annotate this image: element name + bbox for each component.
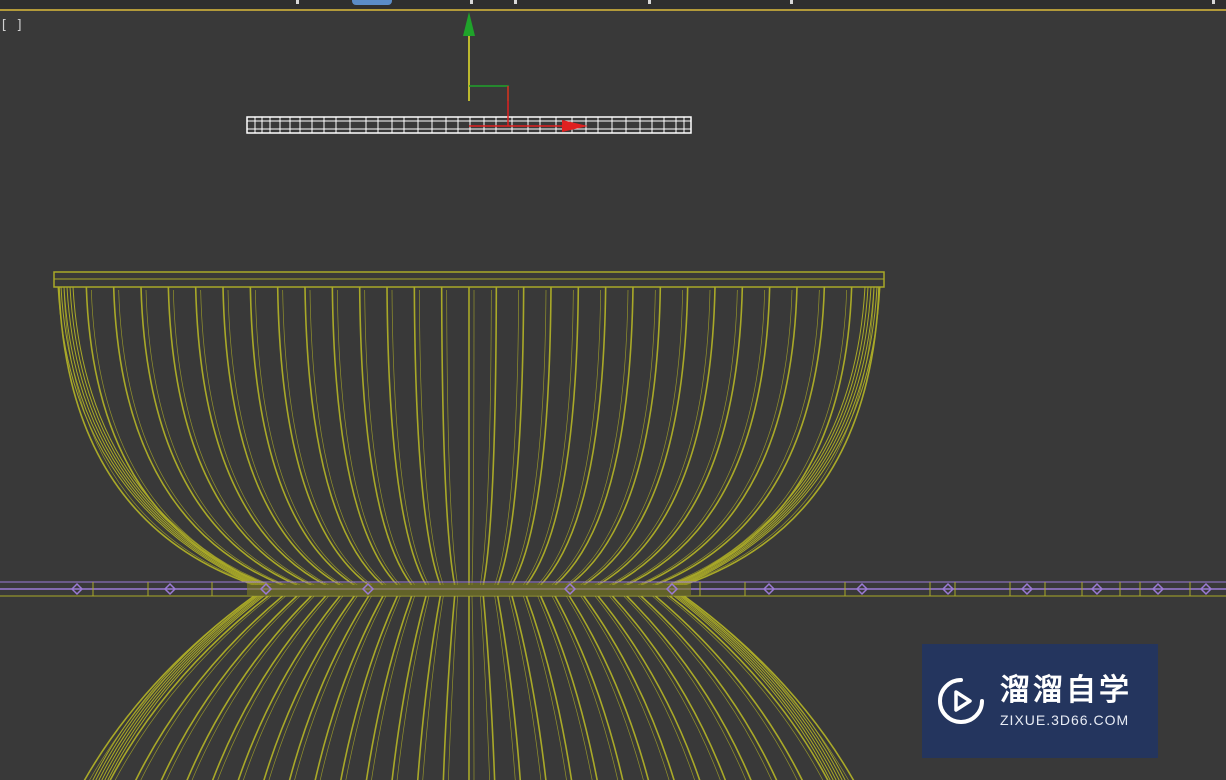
gizmo-plane-handle[interactable] [469,85,509,101]
bowl-wireframe-lower[interactable] [79,595,859,780]
watermark-title: 溜溜自学 [1000,673,1132,708]
selected-object-segments [254,117,685,133]
play-circle-icon [938,678,984,724]
gizmo-y-arrow-icon[interactable] [463,12,475,36]
watermark-badge: 溜溜自学 ZIXUE.3D66.COM [922,644,1158,758]
spline-path[interactable] [0,581,1226,597]
watermark-text: 溜溜自学 ZIXUE.3D66.COM [1000,673,1132,729]
selected-object-wireframe[interactable] [246,116,692,134]
bowl-ribs-lower [83,595,855,780]
bowl-wireframe-upper[interactable] [53,271,885,585]
move-gizmo[interactable] [463,12,588,132]
gizmo-x-arrow-icon[interactable] [562,120,588,132]
bowl-ribs-upper [57,286,881,585]
watermark-url: ZIXUE.3D66.COM [1000,712,1130,728]
3d-viewport[interactable]: [ ] 溜溜自学 ZIXUE.3D66.COM [0,0,1226,780]
